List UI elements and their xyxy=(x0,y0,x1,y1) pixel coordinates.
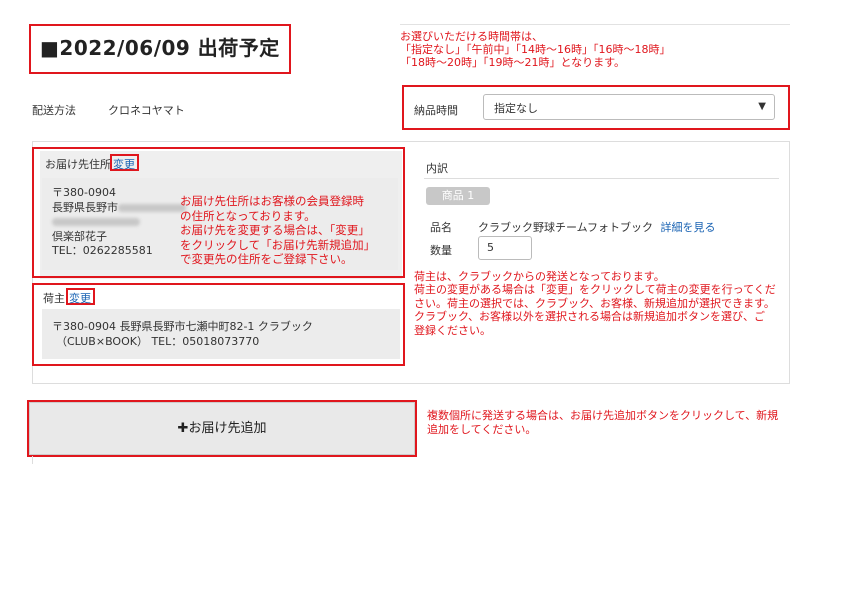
time-note-line: 「指定なし」「午前中」「14時～16時」「16時～18時」 xyxy=(400,43,671,56)
divider xyxy=(32,456,33,464)
add-destination-highlight xyxy=(27,400,417,457)
product-name: クラブック野球チームフォトブック 詳細を見る xyxy=(478,219,716,235)
recipient-change-link[interactable]: 変更 xyxy=(113,156,135,172)
shipper-note-line: 登録ください。 xyxy=(414,323,491,337)
recipient-redacted-line xyxy=(52,215,186,230)
time-note: お選びいただける時間帯は、 「指定なし」「午前中」「14時～16時」「16時～1… xyxy=(400,30,671,69)
recipient-note-line: お届け先を変更する場合は、「変更」 xyxy=(180,223,370,237)
shipper-note-line: さい。荷主の選択では、クラブック、お客様、新規追加が選択できます。 xyxy=(414,296,775,310)
shipping-method-label: 配送方法 xyxy=(32,104,76,117)
recipient-pref: 長野県長野市 xyxy=(52,200,118,214)
product-detail-link[interactable]: 詳細を見る xyxy=(661,221,716,234)
shipper-note: 荷主は、クラブックからの発送となっております。 荷主の変更がある場合は「変更」を… xyxy=(414,270,776,337)
shipper-address-line: 〒380-0904 長野県長野市七瀬中町82-1 クラブック xyxy=(52,320,313,333)
time-note-line: お選びいただける時間帯は、 xyxy=(400,30,543,43)
product-name-value: クラブック野球チームフォトブック xyxy=(478,221,654,234)
breakdown-heading: 内訳 xyxy=(426,162,448,175)
recipient-pref-line: 長野県長野市 xyxy=(52,201,186,216)
redacted-text xyxy=(118,203,186,212)
shipping-method-value: クロネコヤマト xyxy=(108,104,185,117)
time-note-line: 「18時～20時」「19時～21時」となります。 xyxy=(400,56,626,69)
divider xyxy=(400,24,790,25)
recipient-postal: 〒380-0904 xyxy=(52,186,116,199)
recipient-name: 倶楽部花子 xyxy=(52,229,107,243)
redacted-text xyxy=(52,218,140,226)
shipper-note-line: 荷主の変更がある場合は「変更」をクリックして荷主の変更を行ってくだ xyxy=(414,283,776,297)
recipient-heading: お届け先住所 xyxy=(45,156,111,172)
product-badge: 商品 1 xyxy=(426,187,490,205)
recipient-note-line: をクリックして「お届け先新規追加」 xyxy=(180,237,376,252)
chevron-down-icon: ▼ xyxy=(758,101,766,112)
shipper-change-link[interactable]: 変更 xyxy=(69,290,91,306)
recipient-heading-text: お届け先住所 xyxy=(45,158,111,171)
shipper-note-line: 荷主は、クラブックからの発送となっております。 xyxy=(414,270,665,283)
delivery-time-select[interactable]: 指定なし ▼ xyxy=(483,94,775,120)
add-destination-note-line: 複数個所に発送する場合は、お届け先追加ボタンをクリックして、新規 xyxy=(427,409,779,422)
product-name-label: 品名 xyxy=(430,221,452,234)
breakdown-divider xyxy=(424,178,779,179)
recipient-note-line: お届け先住所はお客様の会員登録時 xyxy=(180,194,364,208)
recipient-tel: TEL：0262285581 xyxy=(52,244,153,257)
quantity-input[interactable]: 5 xyxy=(478,236,532,260)
add-destination-note-line: 追加をしてください。 xyxy=(427,422,537,436)
recipient-note-line: で変更先の住所をご登録下さい。 xyxy=(180,252,353,266)
shipper-address-line: （CLUB×BOOK） TEL：05018073770 xyxy=(56,334,260,348)
recipient-address: 〒380-0904 長野県長野市 倶楽部花子 TEL：0262285581 xyxy=(52,186,186,259)
delivery-time-label: 納品時間 xyxy=(414,104,458,117)
recipient-note-line: の住所となっております。 xyxy=(180,208,316,223)
shipper-note-line: クラブック、お客様以外を選択される場合は新規追加ボタンを選び、ご xyxy=(414,310,766,324)
add-destination-note: 複数個所に発送する場合は、お届け先追加ボタンをクリックして、新規 追加をしてくだ… xyxy=(427,409,778,436)
page-title: ■2022/06/09 出荷予定 xyxy=(40,36,280,60)
quantity-label: 数量 xyxy=(430,244,452,257)
delivery-time-selected: 指定なし xyxy=(494,102,538,115)
recipient-note: お届け先住所はお客様の会員登録時 の住所となっております。 お届け先を変更する場… xyxy=(180,194,375,267)
shipper-address: 〒380-0904 長野県長野市七瀬中町82-1 クラブック （CLUB×BOO… xyxy=(52,320,313,349)
shipper-heading: 荷主 xyxy=(43,292,65,305)
